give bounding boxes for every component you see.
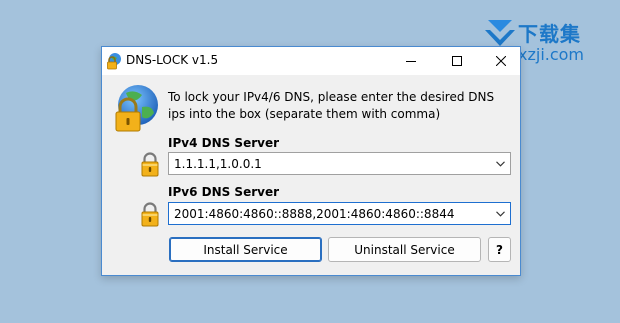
uninstall-service-button[interactable]: Uninstall Service	[328, 237, 481, 262]
ipv6-label: IPv6 DNS Server	[168, 185, 280, 199]
globe-lock-icon	[115, 85, 158, 132]
install-service-button[interactable]: Install Service	[169, 237, 322, 262]
close-icon	[496, 56, 506, 66]
ipv4-dns-value[interactable]: 1.1.1.1,1.0.0.1	[169, 157, 490, 171]
ipv4-dns-combobox[interactable]: 1.1.1.1,1.0.0.1	[168, 152, 511, 175]
ipv6-dns-value[interactable]: 2001:4860:4860::8888,2001:4860:4860::884…	[169, 207, 490, 221]
help-button[interactable]: ?	[488, 237, 511, 262]
dns-lock-window: DNS-LOCK v1.5 To lock your IPv4/6 DNS, p…	[101, 46, 521, 276]
chevron-down-icon[interactable]	[490, 203, 510, 224]
window-title: DNS-LOCK v1.5	[126, 53, 219, 67]
maximize-button[interactable]	[438, 47, 476, 75]
chevron-down-icon[interactable]	[490, 153, 510, 174]
close-button[interactable]	[482, 47, 520, 75]
ipv6-dns-combobox[interactable]: 2001:4860:4860::8888,2001:4860:4860::884…	[168, 202, 511, 225]
description-text: To lock your IPv4/6 DNS, please enter th…	[168, 90, 495, 121]
maximize-icon	[452, 56, 462, 66]
lock-icon	[141, 152, 159, 177]
watermark-url: xzji.com	[518, 45, 585, 64]
watermark-brand: 下载集	[518, 22, 581, 46]
title-bar[interactable]: DNS-LOCK v1.5	[102, 47, 520, 75]
minimize-button[interactable]	[392, 47, 430, 75]
minimize-icon	[406, 61, 416, 62]
app-lock-icon	[107, 53, 121, 70]
lock-icon	[141, 202, 159, 227]
ipv4-label: IPv4 DNS Server	[168, 136, 280, 150]
